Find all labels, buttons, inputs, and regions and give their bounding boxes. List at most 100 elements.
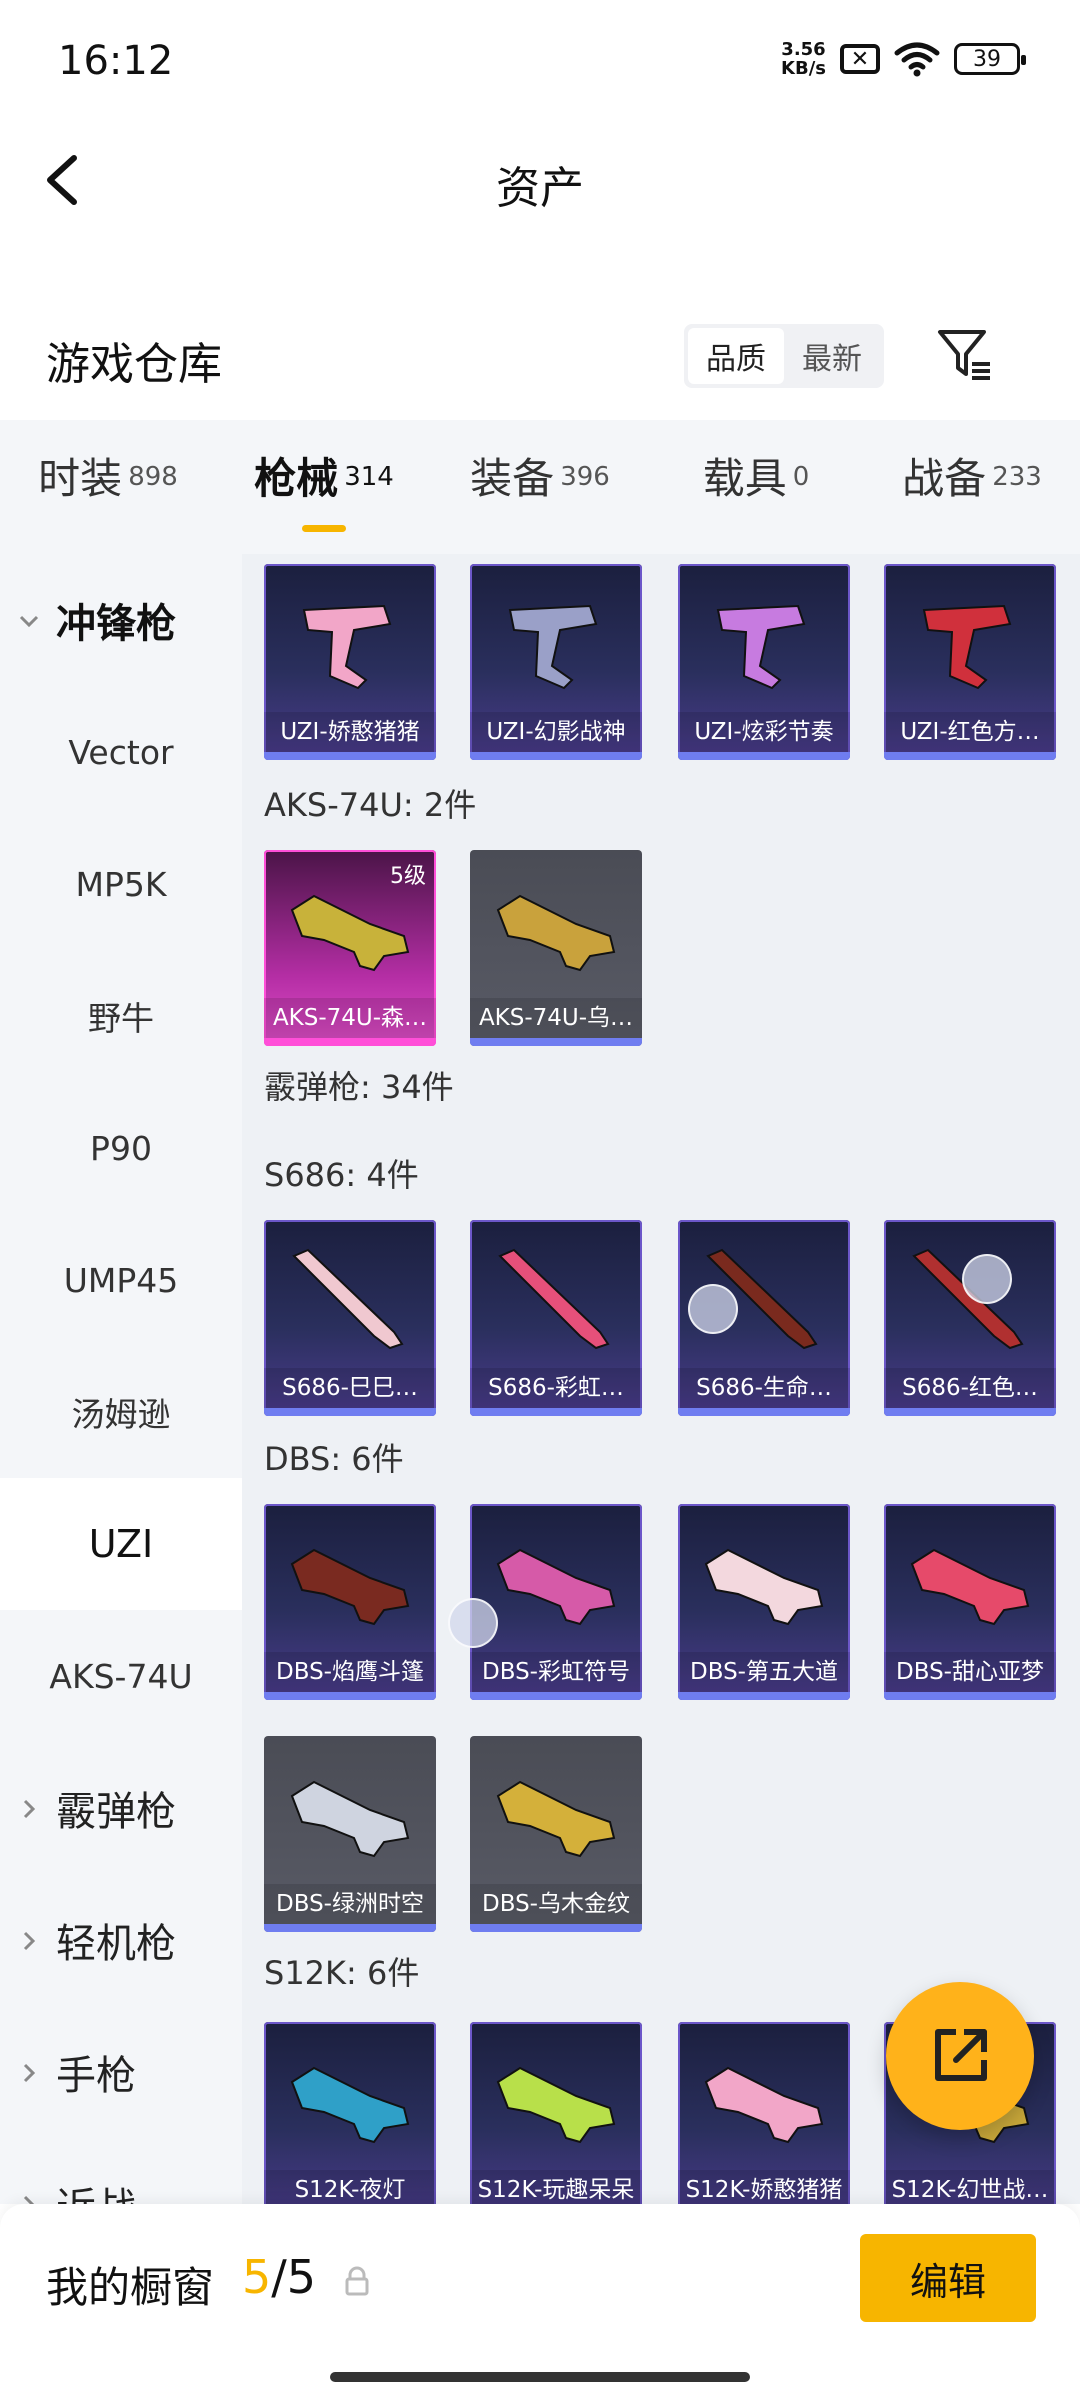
weapon-name: DBS-彩虹符号 [470, 1652, 642, 1692]
sidebar-item-ump45[interactable]: UMP45 [0, 1214, 242, 1346]
edit-button[interactable]: 编辑 [860, 2234, 1036, 2322]
weapon-card[interactable]: S12K-夜灯 [264, 2022, 436, 2204]
weapon-card[interactable]: DBS-焰鹰斗篷 [264, 1504, 436, 1700]
tab-fashion[interactable]: 时装 898 [0, 420, 216, 554]
showcase-count: 5/5 [242, 2250, 317, 2304]
weapon-card[interactable]: S686-红色… [884, 1220, 1056, 1416]
weapon-type-sidebar: 冲锋枪 Vector MP5K 野牛 P90 UMP45 汤姆逊 UZI AKS… [0, 554, 242, 2204]
weapon-image [910, 1548, 1030, 1626]
rarity-bar [264, 1038, 436, 1046]
weapon-name: UZI-红色方… [884, 712, 1056, 752]
rarity-bar [884, 752, 1056, 760]
tab-combat-supplies[interactable]: 战备 233 [864, 420, 1080, 554]
weapon-name: DBS-绿洲时空 [264, 1884, 436, 1924]
level-badge: 5级 [390, 864, 426, 889]
weapon-card[interactable]: DBS-甜心亚梦 [884, 1504, 1056, 1700]
weapon-image [496, 1548, 616, 1626]
wifi-icon [894, 42, 940, 77]
share-external-icon [935, 2029, 987, 2081]
active-tab-indicator [302, 525, 346, 532]
tab-firearms[interactable]: 枪械 314 [216, 420, 432, 554]
weapon-name: S686-红色… [884, 1368, 1056, 1408]
weapon-card[interactable]: UZI-娇憨猪猪 [264, 564, 436, 760]
rarity-bar [470, 1038, 642, 1046]
weapon-card[interactable]: S686-彩虹… [470, 1220, 642, 1416]
rarity-bar [264, 1692, 436, 1700]
status-bar: 16:12 3.56 KB/s ✕ 39 [0, 0, 1080, 120]
touch-indicator [962, 1254, 1012, 1304]
sidebar-item-uzi[interactable]: UZI [0, 1478, 242, 1610]
weapon-image [496, 1780, 616, 1858]
sidebar-item-p90[interactable]: P90 [0, 1082, 242, 1214]
chevron-right-icon [23, 2195, 35, 2204]
weapon-image [716, 604, 806, 690]
filter-button[interactable] [932, 322, 996, 386]
weapon-name: S12K-玩趣呆呆 [470, 2170, 642, 2204]
battery-icon: 39 [954, 43, 1026, 75]
sidebar-group-shotgun[interactable]: 霰弹枪 [0, 1742, 242, 1874]
weapon-name: S12K-娇憨猪猪 [678, 2170, 850, 2204]
weapon-card[interactable]: S12K-娇憨猪猪 [678, 2022, 850, 2204]
weapon-card[interactable]: S12K-玩趣呆呆 [470, 2022, 642, 2204]
weapon-image [922, 604, 1012, 690]
sim-off-icon: ✕ [840, 44, 880, 74]
weapon-card[interactable]: UZI-炫彩节奏 [678, 564, 850, 760]
sidebar-item-aks74u[interactable]: AKS-74U [0, 1610, 242, 1742]
rarity-bar [678, 1692, 850, 1700]
weapon-card[interactable]: UZI-红色方… [884, 564, 1056, 760]
sidebar-group-pistol[interactable]: 手枪 [0, 2006, 242, 2138]
sidebar-group-melee[interactable]: 近战 [0, 2138, 242, 2204]
page-title: 资产 [496, 163, 584, 214]
rarity-bar [884, 1408, 1056, 1416]
weapon-card[interactable]: UZI-幻影战神 [470, 564, 642, 760]
weapon-name: S686-彩虹… [470, 1368, 642, 1408]
weapon-name: S686-生命… [678, 1368, 850, 1408]
weapon-card[interactable]: 5级 AKS-74U-森… [264, 850, 436, 1046]
weapon-card[interactable]: DBS-乌木金纹 [470, 1736, 642, 1932]
sort-toggle: 品质 最新 [684, 324, 884, 388]
rarity-bar [264, 1924, 436, 1932]
rarity-bar [470, 1692, 642, 1700]
rarity-bar [678, 752, 850, 760]
weapon-image [290, 1548, 410, 1626]
weapon-card[interactable]: S686-巳巳… [264, 1220, 436, 1416]
touch-indicator [688, 1284, 738, 1334]
sidebar-item-thompson[interactable]: 汤姆逊 [0, 1346, 242, 1478]
network-speed: 3.56 KB/s [781, 39, 826, 79]
sort-option-quality[interactable]: 品质 [688, 328, 784, 384]
weapon-image [292, 1248, 404, 1350]
tab-equipment[interactable]: 装备 396 [432, 420, 648, 554]
weapon-image [704, 2066, 824, 2144]
weapon-card[interactable]: DBS-第五大道 [678, 1504, 850, 1700]
sidebar-item-mp5k[interactable]: MP5K [0, 818, 242, 950]
weapon-name: AKS-74U-森… [264, 998, 436, 1038]
sort-option-newest[interactable]: 最新 [784, 328, 880, 384]
weapon-name: UZI-娇憨猪猪 [264, 712, 436, 752]
sidebar-group-smg[interactable]: 冲锋枪 [0, 554, 242, 686]
section-s686: S686: 4件 [264, 1156, 419, 1194]
weapon-image [290, 1780, 410, 1858]
weapon-card[interactable]: DBS-绿洲时空 [264, 1736, 436, 1932]
weapon-name: DBS-焰鹰斗篷 [264, 1652, 436, 1692]
category-tabs: 时装 898 枪械 314 装备 396 载具 0 战备 233 [0, 420, 1080, 554]
home-indicator[interactable] [330, 2372, 750, 2382]
tab-vehicles[interactable]: 载具 0 [648, 420, 864, 554]
status-icons: 3.56 KB/s ✕ 39 [781, 39, 1026, 79]
showcase-label: 我的橱窗 [46, 2263, 215, 2312]
weapon-card[interactable]: AKS-74U-乌… [470, 850, 642, 1046]
sidebar-item-vector[interactable]: Vector [0, 686, 242, 818]
weapon-name: DBS-甜心亚梦 [884, 1652, 1056, 1692]
sidebar-group-lmg[interactable]: 轻机枪 [0, 1874, 242, 2006]
weapon-grid: UZI-娇憨猪猪 UZI-幻影战神 UZI-炫彩节奏 UZI-红色方… AKS-74U… [242, 554, 1080, 2204]
weapon-name: DBS-乌木金纹 [470, 1884, 642, 1924]
chevron-right-icon [23, 1799, 36, 1819]
section-dbs: DBS: 6件 [264, 1440, 404, 1478]
page-header: 资产 [0, 120, 1080, 240]
share-button[interactable] [886, 1982, 1034, 2130]
weapon-name: UZI-炫彩节奏 [678, 712, 850, 752]
warehouse-header: 游戏仓库 品质 最新 [0, 300, 1080, 410]
sidebar-item-bizon[interactable]: 野牛 [0, 950, 242, 1082]
weapon-image [290, 2066, 410, 2144]
rarity-bar [884, 1692, 1056, 1700]
weapon-card[interactable]: DBS-彩虹符号 [470, 1504, 642, 1700]
